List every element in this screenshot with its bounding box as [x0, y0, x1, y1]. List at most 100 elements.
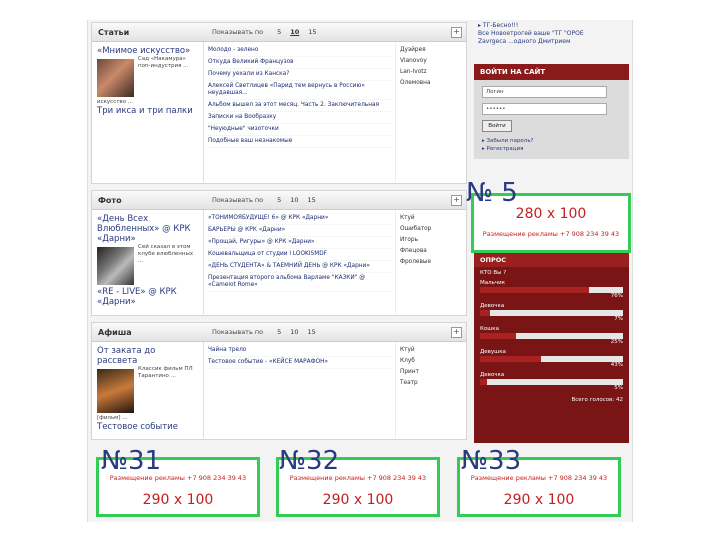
section-title: Статьи — [98, 27, 130, 37]
list-item[interactable]: Альбом вышел за этот месяц. Часть 2. Зак… — [208, 100, 391, 112]
promo-text: Все Новоетрогей ваше "ТГ "ОРОЕ — [478, 30, 584, 37]
list-item[interactable]: БАРЬЕРЫ @ КРК «Дарни» — [208, 225, 391, 237]
featured-gallery[interactable]: «День Всех Влюбленных» @ КРК «Дарни» Сей… — [92, 210, 204, 314]
list-item[interactable]: Алексей Светлицев «Парид тем вернусь в Р… — [208, 81, 391, 100]
poll-option-percent: 25% — [610, 339, 623, 345]
featured-photo[interactable] — [97, 59, 134, 97]
list-item[interactable]: Записки на Вообразку — [208, 112, 391, 124]
page-size-15[interactable]: 15 — [308, 328, 316, 336]
poll-option[interactable]: Девушка 43% — [474, 349, 629, 369]
poll-question: КТО Вы ? — [480, 270, 507, 276]
featured-event[interactable]: От заката до рассвета Классик фильм ПЛ Т… — [92, 342, 204, 438]
featured-title[interactable]: «День Всех Влюбленных» @ КРК «Дарни» — [97, 214, 198, 244]
poll-bar-fill — [480, 310, 490, 316]
author-link[interactable]: Vlanovoy — [400, 56, 462, 67]
venue-link[interactable]: Клуб — [400, 356, 462, 367]
list-item[interactable]: Почему уехали из Канска? — [208, 69, 391, 81]
register-link[interactable]: ▸ Регистрация — [482, 145, 621, 153]
featured-poster[interactable] — [97, 369, 134, 413]
featured-link[interactable]: Тестовое событие — [97, 422, 198, 432]
forgot-password-link[interactable]: ▸ Забыли пароль? — [482, 137, 621, 145]
page-size-15[interactable]: 15 — [308, 196, 316, 204]
venue-link[interactable]: Принт — [400, 367, 462, 378]
author-link[interactable]: Дуэйрея — [400, 45, 462, 56]
featured-article[interactable]: «Мнимое искусство» Сад «Накамура» поп-ин… — [92, 42, 204, 182]
list-item[interactable]: "Неуюдные" чизоточки — [208, 124, 391, 136]
sort-label: Показывать по — [212, 196, 264, 204]
page-size-10[interactable]: 10 — [290, 28, 299, 36]
login-button[interactable]: Войти — [482, 120, 512, 132]
promo-link[interactable]: ▸ ТГ-Бесно!!! — [478, 22, 625, 30]
page-size-5[interactable]: 5 — [277, 328, 281, 336]
section-title: Афиша — [98, 327, 132, 337]
poll-bar-fill — [480, 287, 589, 293]
featured-link[interactable]: Три икса и три палки — [97, 106, 198, 116]
list-item[interactable]: «ТОНИМОЯБУДУЩЕ! 6» @ КРК «Дарни» — [208, 213, 391, 225]
expand-icon[interactable]: + — [451, 195, 462, 206]
expand-icon[interactable]: + — [451, 27, 462, 38]
poll-option[interactable]: Мальчик 76% — [474, 280, 629, 300]
page-size-10[interactable]: 10 — [290, 196, 298, 204]
author-link[interactable]: Фпецова — [400, 246, 462, 257]
list-item[interactable]: Тестовое событие - «КЕЙСЕ МАРАФОН» — [208, 357, 391, 369]
page-size-selector: 5 10 15 — [277, 328, 316, 336]
poll-option[interactable]: Кошка 25% — [474, 326, 629, 346]
promo-text: Zavrgeca ...одного Дмитрием — [478, 38, 571, 45]
sidebar: ▸ ТГ-Бесно!!! Все Новоетрогей ваше "ТГ "… — [474, 22, 629, 159]
page-size-5[interactable]: 5 — [277, 28, 281, 36]
articles-section: Статьи Показывать по 5 10 15 + «Мнимое и… — [91, 22, 467, 184]
list-item[interactable]: «Прощай, Ригуры» @ КРК «Дарни» — [208, 237, 391, 249]
featured-caption: искусство ... — [97, 99, 134, 105]
login-header: ВОЙТИ НА САЙТ — [474, 64, 629, 80]
ad-size-label: 290 x 100 — [503, 492, 575, 508]
author-list: Дуэйрея Vlanovoy Lan-Ivotz Олемовна — [395, 42, 466, 182]
author-link[interactable]: Фролевые — [400, 257, 462, 268]
poll-bar-fill — [480, 356, 542, 362]
password-input[interactable]: •••••• — [482, 103, 607, 115]
author-link[interactable]: Игорь — [400, 235, 462, 246]
poll-option-label: Кошка — [480, 326, 499, 332]
login-input[interactable]: Логин — [482, 86, 607, 98]
list-item[interactable]: Чайна трело — [208, 345, 391, 357]
featured-link[interactable]: «RE - LIVE» @ КРК «Дарни» — [97, 287, 198, 307]
page-size-selector: 5 10 15 — [277, 196, 316, 204]
page-size-10[interactable]: 10 — [290, 328, 298, 336]
ad-number-label: №33 — [461, 446, 522, 476]
page-size-15[interactable]: 15 — [308, 28, 316, 36]
list-item[interactable]: «ДЕНЬ СТУДЕНТА» & ТАЕМНИЙ ДЕНЬ @ КРК «Да… — [208, 261, 391, 273]
list-item[interactable]: Подобные ваш незнакомые — [208, 136, 391, 148]
ad-size-label: 290 x 100 — [322, 492, 394, 508]
poll-bar-fill — [480, 379, 488, 385]
ad-number-label: № 5 — [466, 178, 518, 208]
featured-title[interactable]: «Мнимое искусство» — [97, 46, 198, 56]
section-title: Фото — [98, 195, 122, 205]
author-link[interactable]: Ошибатор — [400, 224, 462, 235]
ad-number-label: №32 — [279, 446, 340, 476]
poll-option-label: Девушка — [480, 349, 506, 355]
afisha-section: Афиша Показывать по 5 10 15 + От заката … — [91, 322, 467, 440]
poll-option-label: Мальчик — [480, 280, 506, 286]
articles-header: Статьи Показывать по 5 10 15 + — [92, 23, 466, 42]
list-item[interactable]: Молодо - зелено — [208, 45, 391, 57]
poll-option-label: Девочка — [480, 372, 505, 378]
venue-link[interactable]: Театр — [400, 378, 462, 389]
featured-photo[interactable] — [97, 247, 134, 285]
list-item[interactable]: Кошевальщица от студии I LOOKISMDF — [208, 249, 391, 261]
expand-icon[interactable]: + — [451, 327, 462, 338]
featured-caption: [фильм] ... — [97, 415, 128, 421]
poll-option[interactable]: Девочка 7% — [474, 303, 629, 323]
poll-option-label: Девочка — [480, 303, 505, 309]
featured-title[interactable]: От заката до рассвета — [97, 346, 198, 366]
author-link[interactable]: Ктуй — [400, 213, 462, 224]
afisha-header: Афиша Показывать по 5 10 15 + — [92, 323, 466, 342]
afisha-body: От заката до рассвета Классик фильм ПЛ Т… — [92, 342, 466, 438]
list-item[interactable]: Презентация второго альбома Варламе "КАЗ… — [208, 273, 391, 292]
venue-link[interactable]: Ктуй — [400, 345, 462, 356]
list-item[interactable]: Откуда Великий Французов — [208, 57, 391, 69]
gallery-list: «ТОНИМОЯБУДУЩЕ! 6» @ КРК «Дарни» БАРЬЕРЫ… — [204, 210, 395, 314]
poll-option[interactable]: Девочка 5% — [474, 372, 629, 392]
author-link[interactable]: Lan-Ivotz — [400, 67, 462, 78]
sort-label: Показывать по — [212, 328, 264, 336]
author-link[interactable]: Олемовна — [400, 78, 462, 89]
page-size-5[interactable]: 5 — [277, 196, 281, 204]
